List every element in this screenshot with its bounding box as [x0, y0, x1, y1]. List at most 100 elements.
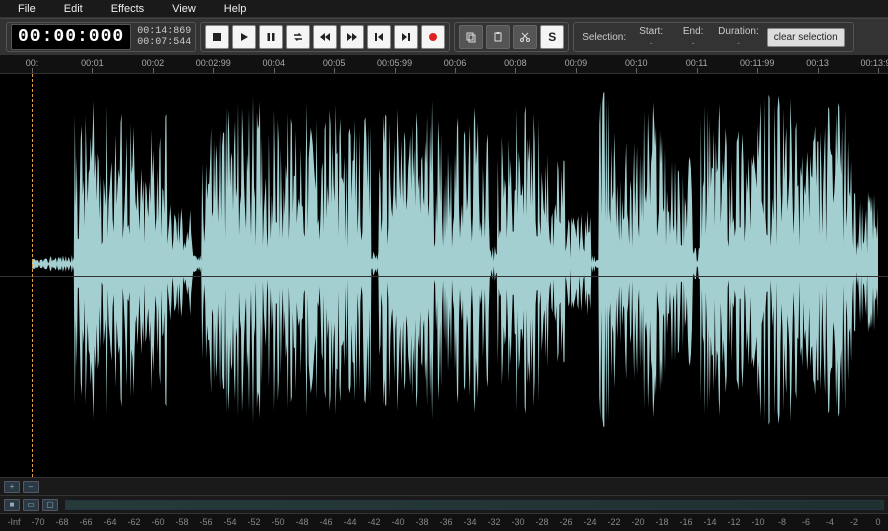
menu-effects[interactable]: Effects — [97, 1, 158, 17]
edit-group: S — [454, 22, 569, 52]
db-label: -36 — [439, 517, 452, 527]
fast-forward-icon — [346, 31, 358, 43]
selection-duration-label: Duration: — [718, 26, 759, 38]
skip-back-icon — [373, 31, 385, 43]
playhead[interactable] — [32, 74, 33, 477]
db-label: -20 — [631, 517, 644, 527]
selection-duration-value: - — [737, 38, 740, 49]
skip-forward-icon — [400, 31, 412, 43]
selected-time: 00:07:544 — [137, 37, 191, 48]
db-label: -58 — [175, 517, 188, 527]
db-label: -24 — [583, 517, 596, 527]
db-label: -30 — [511, 517, 524, 527]
db-label: -14 — [703, 517, 716, 527]
skip-back-button[interactable] — [367, 25, 391, 49]
transport-group — [200, 22, 450, 52]
db-label: -52 — [247, 517, 260, 527]
db-label: -4 — [826, 517, 834, 527]
level-btn-3[interactable]: ▢ — [42, 499, 58, 511]
db-label: -22 — [607, 517, 620, 527]
waveform — [0, 74, 888, 454]
db-label: -54 — [223, 517, 236, 527]
menu-edit[interactable]: Edit — [50, 1, 97, 17]
level-btn-2[interactable]: ▭ — [23, 499, 39, 511]
db-label: -70 — [31, 517, 44, 527]
menu-file[interactable]: File — [4, 1, 50, 17]
level-btn-1[interactable]: ■ — [4, 499, 20, 511]
stop-button[interactable] — [205, 25, 229, 49]
time-ruler[interactable]: 00:00:0100:0200:02:9900:0400:0500:05:990… — [0, 56, 888, 74]
record-button[interactable] — [421, 25, 445, 49]
level-meter — [65, 500, 884, 510]
snap-button[interactable]: S — [540, 25, 564, 49]
db-label: -44 — [343, 517, 356, 527]
selection-start-label: Start: — [639, 26, 663, 38]
paste-icon — [492, 31, 504, 43]
db-label: -12 — [727, 517, 740, 527]
stop-icon — [211, 31, 223, 43]
paste-button[interactable] — [486, 25, 510, 49]
db-label: -6 — [802, 517, 810, 527]
loop-icon — [292, 31, 304, 43]
db-label: -Inf — [7, 517, 20, 527]
time-mini: 00:14:869 00:07:544 — [137, 26, 191, 48]
db-label: -2 — [850, 517, 858, 527]
db-label: -62 — [127, 517, 140, 527]
zoom-in-button[interactable]: + — [4, 481, 20, 493]
ruler-label: 00:11 — [686, 58, 708, 68]
level-strip: ■ ▭ ▢ — [0, 495, 888, 513]
toolbar: 00:00:000 00:14:869 00:07:544 — [0, 18, 888, 56]
db-label: -60 — [151, 517, 164, 527]
ruler-label: 00:11:99 — [740, 58, 774, 68]
ruler-label: 00:04 — [262, 58, 285, 68]
db-label: -28 — [535, 517, 548, 527]
menu-view[interactable]: View — [158, 1, 210, 17]
clear-selection-button[interactable]: clear selection — [767, 28, 845, 47]
waveform-area[interactable] — [0, 74, 888, 477]
db-label: -68 — [55, 517, 68, 527]
record-icon — [427, 31, 439, 43]
play-button[interactable] — [232, 25, 256, 49]
selection-panel: Selection: Start: - End: - Duration: - c… — [573, 22, 853, 52]
waveform-path — [32, 92, 878, 427]
db-label: -16 — [679, 517, 692, 527]
menu-bar: File Edit Effects View Help — [0, 0, 888, 18]
db-label: -46 — [319, 517, 332, 527]
pause-icon — [265, 31, 277, 43]
ruler-label: 00:05 — [323, 58, 346, 68]
zero-line — [0, 276, 888, 277]
loop-button[interactable] — [286, 25, 310, 49]
copy-button[interactable] — [459, 25, 483, 49]
zoom-out-button[interactable]: – — [23, 481, 39, 493]
pause-button[interactable] — [259, 25, 283, 49]
cursor-time-display: 00:00:000 — [11, 24, 131, 50]
selection-label: Selection: — [582, 32, 626, 43]
fast-forward-button[interactable] — [340, 25, 364, 49]
db-label: -34 — [463, 517, 476, 527]
skip-forward-button[interactable] — [394, 25, 418, 49]
db-label: 0 — [875, 517, 880, 527]
db-label: -64 — [103, 517, 116, 527]
ruler-label: 00:13 — [806, 58, 829, 68]
ruler-label: 00: — [26, 58, 39, 68]
db-label: -48 — [295, 517, 308, 527]
ruler-label: 00:09 — [565, 58, 588, 68]
db-label: -40 — [391, 517, 404, 527]
db-ruler: -Inf-70-68-66-64-62-60-58-56-54-52-50-48… — [0, 513, 888, 531]
play-icon — [238, 31, 250, 43]
ruler-label: 00:13:99 — [860, 58, 888, 68]
selection-start-value: - — [650, 38, 653, 49]
ruler-label: 00:10 — [625, 58, 648, 68]
rewind-button[interactable] — [313, 25, 337, 49]
db-label: -10 — [751, 517, 764, 527]
db-label: -32 — [487, 517, 500, 527]
selection-end-label: End: — [683, 26, 704, 38]
rewind-icon — [319, 31, 331, 43]
cut-icon — [519, 31, 531, 43]
zoom-strip: + – — [0, 477, 888, 495]
menu-help[interactable]: Help — [210, 1, 261, 17]
time-panel: 00:00:000 00:14:869 00:07:544 — [6, 22, 196, 52]
copy-icon — [465, 31, 477, 43]
cut-button[interactable] — [513, 25, 537, 49]
db-label: -26 — [559, 517, 572, 527]
